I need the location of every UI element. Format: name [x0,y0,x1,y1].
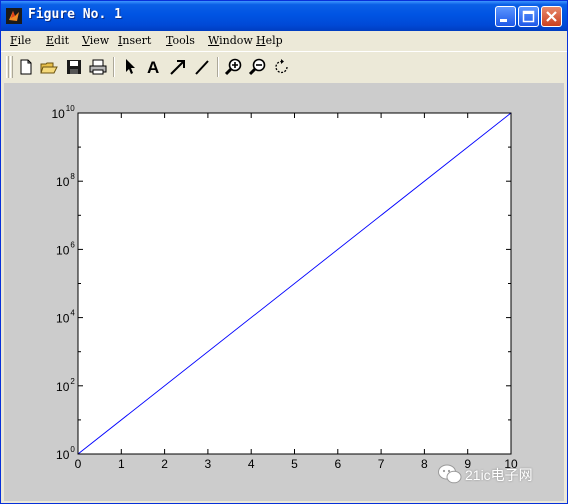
x-tick-label: 2 [161,457,168,471]
y-tick-exponent: 8 [70,172,75,181]
y-tick-exponent: 0 [70,445,75,454]
title-bar[interactable]: Figure No. 1 [1,1,567,31]
y-tick-exponent: 10 [66,104,75,113]
x-tick-label: 6 [334,457,341,471]
rotate-3d-button[interactable] [272,57,292,77]
toolbar-grip[interactable] [10,56,13,78]
new-file-icon [20,59,32,75]
figure-canvas[interactable]: 0 1 2 3 4 5 6 7 8 9 10 10 0 10 2 10 4 10 6 10 8 10 10 [4,83,564,501]
rotate-icon [275,59,288,74]
menu-view[interactable]: View [82,34,109,47]
open-folder-icon [40,62,58,74]
zoom-out-icon [248,58,266,76]
y-tick-label: 10 [56,312,70,326]
toolbar-separator [217,57,219,77]
menu-bar: File Edit View Insert Tools Window Help [1,31,567,51]
x-tick-label: 3 [205,457,212,471]
insert-text-label: A [147,58,159,77]
x-tick-label: 0 [75,457,82,471]
x-tick-label: 5 [291,457,298,471]
matlab-icon [6,8,22,24]
x-tick-label: 8 [421,457,428,471]
menu-tools[interactable]: Tools [166,34,195,47]
save-button[interactable] [64,57,84,77]
window-title: Figure No. 1 [28,7,122,22]
maximize-icon [522,10,535,23]
axes[interactable]: 0 1 2 3 4 5 6 7 8 9 1010 010 210 410 610 810 10 [4,83,564,501]
menu-window[interactable]: Window [208,34,253,47]
close-button[interactable] [541,6,562,27]
save-icon [67,60,81,74]
x-tick-label: 7 [378,457,385,471]
insert-arrow-button[interactable] [168,57,188,77]
menu-edit[interactable]: Edit [46,34,69,47]
select-arrow-icon [126,59,135,74]
y-tick-exponent: 4 [70,309,75,318]
zoom-out-button[interactable] [248,57,268,77]
watermark-text: 21ic电子网 [465,467,533,483]
menu-help[interactable]: Help [256,34,283,47]
zoom-in-button[interactable] [224,57,244,77]
insert-line-button[interactable] [192,57,212,77]
minimize-icon [500,19,507,22]
y-tick-label: 10 [56,380,70,394]
figure-window: Figure No. 1 File Edit View Insert Tools… [0,0,568,504]
zoom-in-icon [224,58,242,76]
wechat-icon [438,464,462,484]
new-figure-button[interactable] [16,57,36,77]
y-tick-label: 10 [56,175,70,189]
menu-file[interactable]: File [10,34,31,47]
y-tick-label: 10 [56,243,70,257]
menu-insert[interactable]: Insert [118,34,151,47]
y-tick-exponent: 6 [70,240,75,249]
close-icon [546,11,557,22]
toolbar-separator [113,57,115,77]
edit-plot-button[interactable] [120,57,140,77]
figure-toolbar: A [1,51,567,82]
insert-text-icon: A [147,58,159,77]
toolbar-grip[interactable] [6,56,9,78]
y-tick-exponent: 2 [70,377,75,386]
insert-arrow-icon [170,60,185,75]
insert-line-icon [195,60,209,75]
open-file-button[interactable] [39,57,59,77]
x-tick-label: 4 [248,457,255,471]
print-icon [89,59,107,75]
x-tick-label: 1 [118,457,125,471]
y-tick-label: 10 [51,107,65,121]
insert-text-button[interactable]: A [144,57,164,77]
print-button[interactable] [88,57,108,77]
y-tick-label: 10 [56,448,70,462]
maximize-button[interactable] [518,6,539,27]
minimize-button[interactable] [495,6,516,27]
